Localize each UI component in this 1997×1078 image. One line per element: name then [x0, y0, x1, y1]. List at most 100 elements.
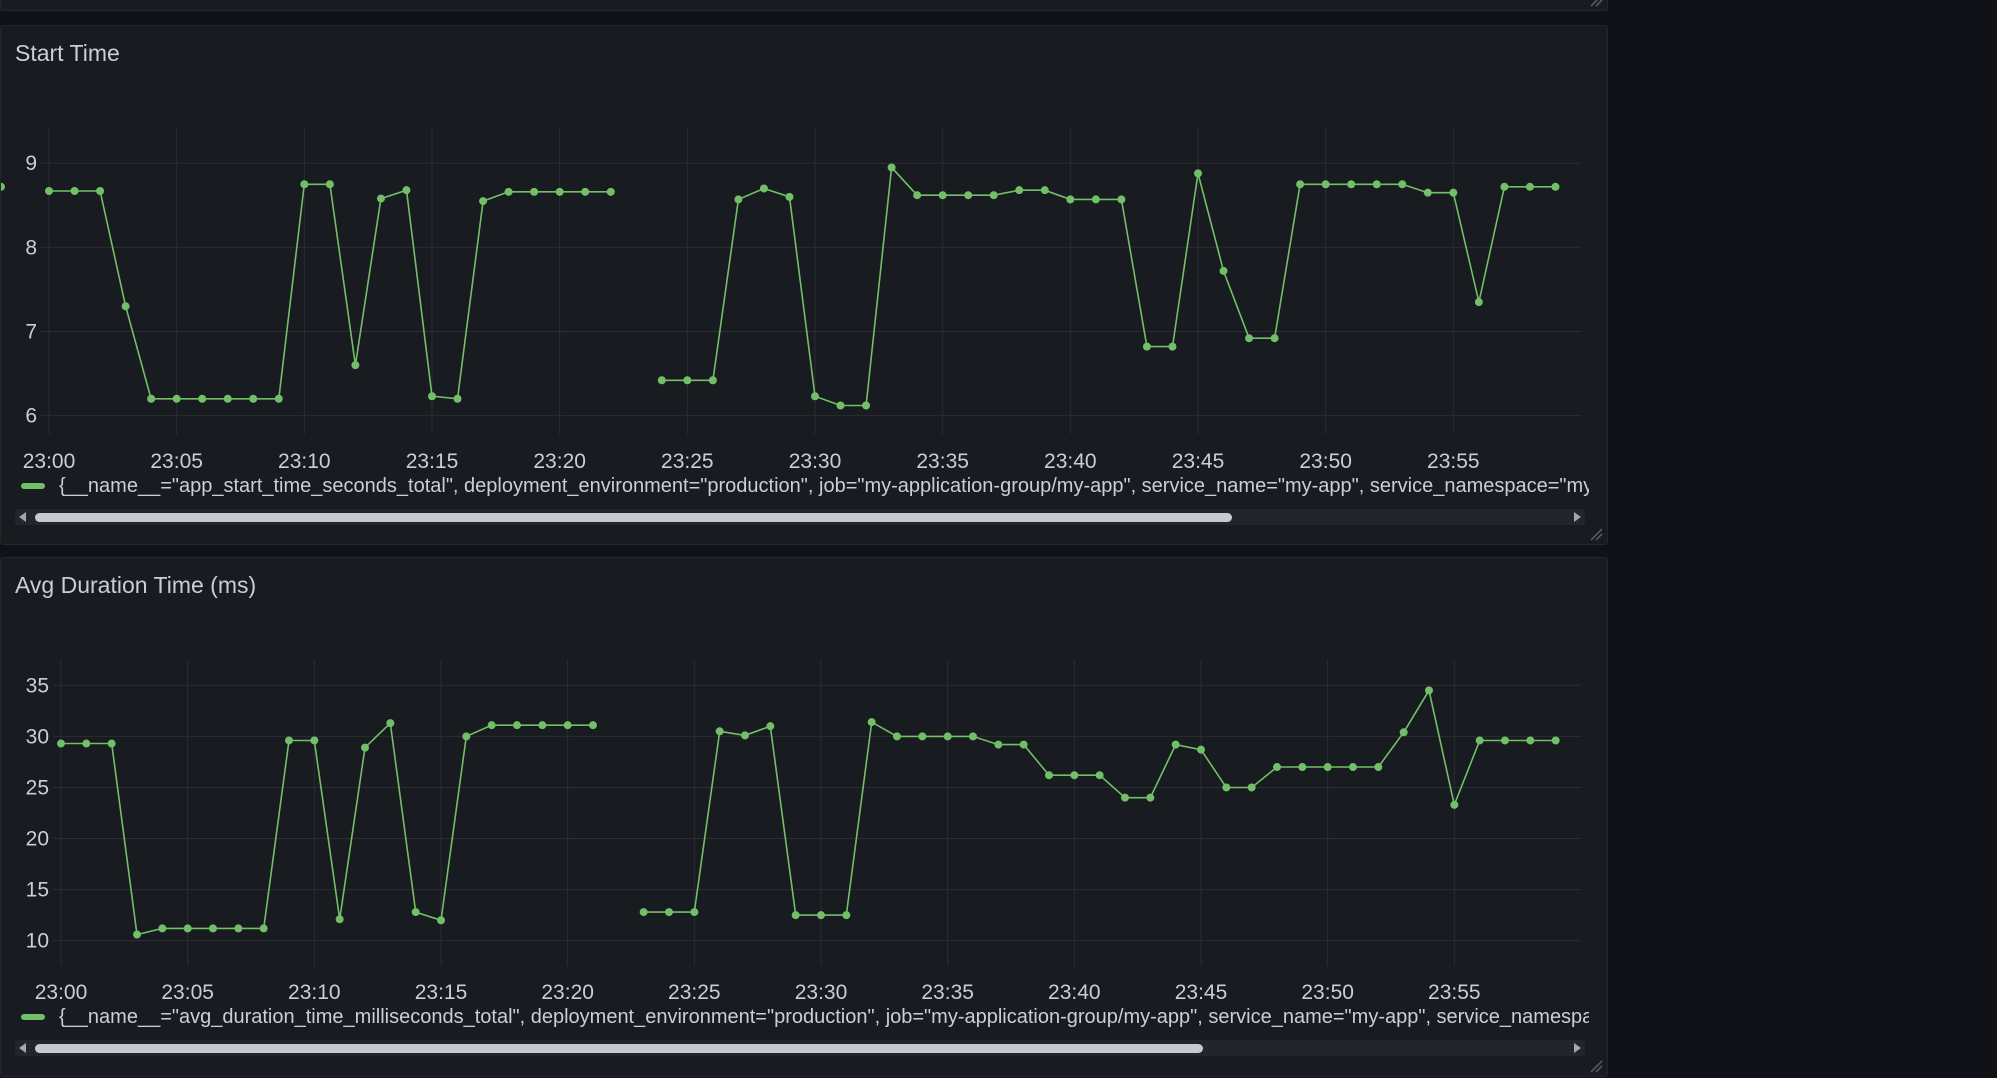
data-point	[913, 191, 922, 200]
data-point	[665, 908, 673, 917]
data-point	[734, 195, 743, 204]
data-point	[147, 394, 156, 403]
scroll-right-arrow-icon[interactable]	[1574, 1043, 1581, 1053]
y-tick-label: 9	[25, 152, 37, 175]
data-point	[183, 924, 192, 933]
y-tick-label: 30	[26, 725, 49, 748]
data-point	[437, 916, 445, 925]
data-point	[121, 302, 130, 311]
data-point	[606, 187, 615, 196]
data-point	[325, 180, 334, 189]
data-point	[133, 930, 141, 939]
series-line	[661, 165, 1556, 407]
data-point	[1117, 195, 1126, 204]
data-point	[530, 187, 539, 196]
data-point	[487, 721, 496, 730]
data-point	[657, 376, 666, 385]
data-point	[708, 376, 717, 385]
scroll-left-arrow-icon[interactable]	[19, 1043, 26, 1053]
data-point	[1219, 266, 1228, 275]
y-tick-label: 25	[26, 776, 49, 799]
data-point	[479, 197, 488, 206]
y-tick-label: 20	[26, 828, 49, 851]
data-point	[259, 924, 268, 933]
data-point	[964, 191, 973, 200]
data-point	[1121, 793, 1129, 802]
data-point	[158, 924, 167, 933]
series-line	[643, 688, 1556, 916]
legend-scrollbar[interactable]	[15, 1040, 1585, 1056]
data-point	[1194, 169, 1202, 178]
data-point	[862, 401, 871, 410]
data-point	[1450, 800, 1459, 809]
data-point	[1045, 771, 1053, 780]
data-point	[1091, 195, 1100, 204]
chart-legend[interactable]: {__name__="avg_duration_time_millisecond…	[21, 1001, 1589, 1033]
data-point	[918, 732, 927, 741]
data-point	[428, 392, 436, 401]
data-point	[1398, 180, 1407, 189]
data-point	[351, 361, 360, 370]
data-point	[209, 924, 217, 933]
avg-duration-panel: Avg Duration Time (ms) 23:00 23:05 23:10 23…	[0, 557, 1608, 1077]
data-point	[1019, 740, 1028, 749]
legend-color-swatch	[21, 483, 45, 489]
data-point	[1551, 736, 1560, 745]
data-point	[1270, 334, 1279, 343]
start-time-panel: Start Time 23:00 23:05 23:10 23:15 23:20 23:2…	[0, 25, 1608, 545]
data-point	[1, 182, 5, 191]
data-point	[1222, 783, 1231, 792]
data-point	[376, 194, 385, 203]
series-line	[49, 183, 611, 400]
data-point	[1247, 783, 1256, 792]
data-point	[274, 394, 283, 403]
data-point	[411, 908, 420, 917]
data-point	[555, 187, 564, 196]
legend-color-swatch	[21, 1014, 45, 1020]
panel-title: Avg Duration Time (ms)	[15, 572, 257, 598]
data-point	[1374, 763, 1383, 772]
data-point	[504, 187, 513, 196]
data-point	[690, 908, 699, 917]
resize-handle-icon[interactable]	[1589, 0, 1603, 7]
data-point	[887, 163, 896, 172]
legend-series-label[interactable]: {__name__="avg_duration_time_millisecond…	[59, 1006, 1589, 1029]
data-point	[1425, 686, 1433, 695]
data-point	[817, 911, 825, 920]
data-point	[386, 719, 395, 728]
legend-scrollbar[interactable]	[15, 509, 1585, 525]
data-point	[1526, 736, 1535, 745]
legend-series-label[interactable]: {__name__="app_start_time_seconds_total"…	[59, 475, 1589, 498]
data-point	[1146, 793, 1155, 802]
resize-handle-icon[interactable]	[1589, 527, 1603, 541]
scroll-left-arrow-icon[interactable]	[19, 512, 26, 522]
scrollbar-thumb[interactable]	[35, 513, 1232, 522]
series-line	[61, 721, 593, 936]
y-tick-label: 6	[25, 405, 37, 428]
y-tick-label: 10	[26, 930, 49, 953]
scroll-right-arrow-icon[interactable]	[1574, 512, 1581, 522]
data-point	[938, 191, 947, 200]
data-point	[361, 743, 369, 752]
data-point	[513, 721, 521, 730]
data-point	[969, 732, 977, 741]
data-point	[1070, 771, 1079, 780]
data-point	[1245, 334, 1254, 343]
data-point	[1399, 728, 1408, 737]
data-point	[82, 739, 91, 748]
chart-legend[interactable]: {__name__="app_start_time_seconds_total"…	[21, 470, 1589, 502]
resize-handle-icon[interactable]	[1589, 1059, 1603, 1073]
data-point	[1349, 763, 1357, 772]
data-point	[335, 915, 344, 924]
data-point	[285, 736, 293, 745]
data-point	[1475, 736, 1484, 745]
data-point	[538, 721, 547, 730]
data-point	[1372, 180, 1381, 189]
scrollbar-thumb[interactable]	[35, 1044, 1203, 1053]
data-point	[1142, 342, 1151, 351]
data-point	[563, 721, 572, 730]
data-point	[1501, 736, 1509, 745]
data-point	[1551, 182, 1560, 191]
data-point	[453, 394, 462, 403]
data-point	[1525, 182, 1534, 191]
